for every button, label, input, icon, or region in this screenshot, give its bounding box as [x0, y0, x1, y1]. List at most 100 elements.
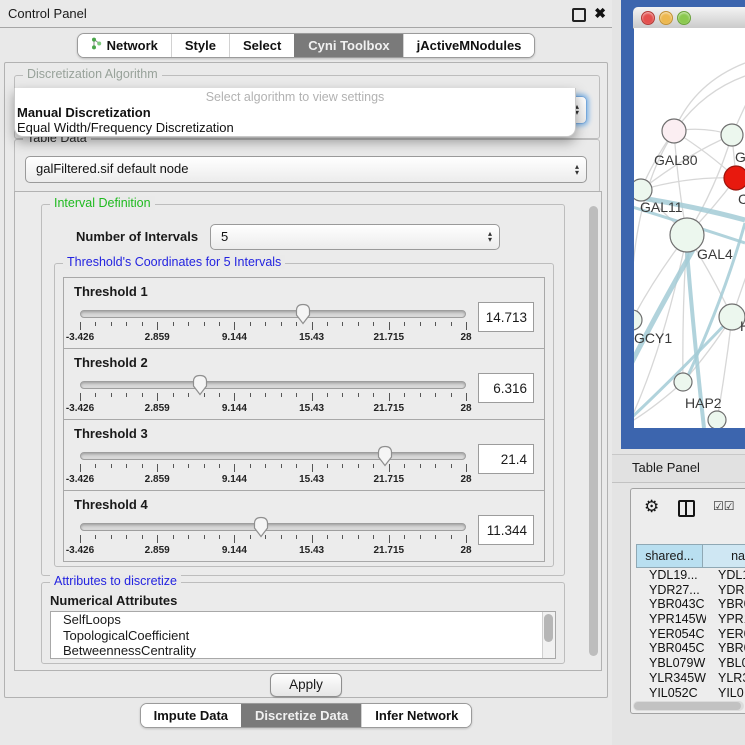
algorithm-option[interactable]: Equal Width/Frequency Discretization: [15, 120, 575, 135]
apply-button[interactable]: Apply: [270, 673, 342, 697]
threshold-slider[interactable]: -3.4262.8599.14415.4321.71528: [80, 304, 466, 346]
checkbox-columns-icon[interactable]: ☑☑: [713, 499, 735, 513]
table-row[interactable]: YLR345WYLR3: [636, 671, 745, 686]
tick-mark: [250, 322, 251, 326]
tick-mark: [219, 464, 220, 468]
cell-name[interactable]: YDL1: [706, 568, 745, 583]
table-row[interactable]: YIL052CYIL0: [636, 686, 745, 701]
close-icon[interactable]: ✖: [594, 4, 606, 23]
network-node[interactable]: [724, 166, 745, 190]
tick-mark: [466, 393, 467, 401]
close-traffic-light-icon[interactable]: [641, 11, 655, 25]
slider-track[interactable]: [80, 310, 466, 318]
cell-name[interactable]: YLR3: [706, 671, 745, 686]
tab-discretize-data[interactable]: Discretize Data: [241, 704, 361, 727]
table-row[interactable]: YDR27...YDR2: [636, 583, 745, 598]
slider-track[interactable]: [80, 452, 466, 460]
cell-shared-name[interactable]: YIL052C: [636, 686, 706, 701]
network-node[interactable]: [708, 411, 726, 428]
gear-icon[interactable]: ⚙: [644, 497, 659, 517]
algorithm-option[interactable]: Manual Discretization: [15, 105, 575, 120]
cell-shared-name[interactable]: YBR043C: [636, 597, 706, 612]
network-node[interactable]: [721, 124, 743, 146]
tick-mark: [373, 393, 374, 397]
settings-vertical-scrollbar[interactable]: [588, 200, 599, 662]
attribute-list-item[interactable]: SelfLoops: [51, 612, 555, 628]
minimize-traffic-light-icon[interactable]: [659, 11, 673, 25]
cell-name[interactable]: YBR0: [706, 641, 745, 656]
tick-mark: [219, 393, 220, 397]
network-node[interactable]: [634, 179, 652, 201]
threshold-value-field[interactable]: 21.4: [478, 444, 534, 474]
cell-name[interactable]: YPR1: [706, 612, 745, 627]
network-edge[interactable]: [634, 235, 687, 423]
table-horizontal-scrollbar[interactable]: [633, 701, 744, 711]
cell-shared-name[interactable]: YBL079W: [636, 656, 706, 671]
network-edge[interactable]: [674, 63, 745, 131]
slider-track[interactable]: [80, 523, 466, 531]
tick-mark: [250, 535, 251, 539]
network-node-label: C: [738, 191, 745, 207]
zoom-traffic-light-icon[interactable]: [677, 11, 691, 25]
node-table: shared... na YDL19...YDL1YDR27...YDR2YBR…: [636, 544, 745, 701]
number-of-intervals-spinner[interactable]: 5 ▴▾: [210, 224, 500, 250]
tick-mark: [312, 393, 313, 401]
cell-shared-name[interactable]: YBR045C: [636, 641, 706, 656]
tick-mark: [126, 464, 127, 468]
tick-mark: [435, 464, 436, 468]
attribute-list-item[interactable]: BetweennessCentrality: [51, 643, 555, 659]
threshold-slider[interactable]: -3.4262.8599.14415.4321.71528: [80, 375, 466, 417]
cell-name[interactable]: YER0: [706, 627, 745, 642]
cell-shared-name[interactable]: YPR145W: [636, 612, 706, 627]
table-row[interactable]: YBR043CYBR0: [636, 597, 745, 612]
cell-name[interactable]: YBL0: [706, 656, 745, 671]
network-window-titlebar: [633, 7, 745, 29]
threshold-slider[interactable]: -3.4262.8599.14415.4321.71528: [80, 517, 466, 559]
column-header-shared-name[interactable]: shared...: [636, 544, 703, 568]
table-data-group: Table Data galFiltered.sif default node …: [14, 139, 600, 193]
network-node[interactable]: [662, 119, 686, 143]
threshold-value-field[interactable]: 14.713: [478, 302, 534, 332]
tab-network[interactable]: Network: [78, 34, 171, 57]
cell-shared-name[interactable]: YDR27...: [636, 583, 706, 598]
slider-track[interactable]: [80, 381, 466, 389]
tab-cyni-toolbox[interactable]: Cyni Toolbox: [294, 34, 402, 57]
cell-name[interactable]: YDR2: [706, 583, 745, 598]
tick-mark: [95, 322, 96, 326]
table-row[interactable]: YBL079WYBL0: [636, 656, 745, 671]
tab-select[interactable]: Select: [229, 34, 294, 57]
network-node[interactable]: [674, 373, 692, 391]
tab-jactivemnodules[interactable]: jActiveMNodules: [403, 34, 535, 57]
attributes-scrollbar[interactable]: [542, 612, 555, 658]
tab-label: jActiveMNodules: [417, 34, 522, 57]
cell-name[interactable]: YIL0: [706, 686, 745, 701]
top-tabbar: NetworkStyleSelectCyni Toolbox jActiveMNo…: [0, 33, 612, 58]
threshold-value-field[interactable]: 11.344: [478, 515, 534, 545]
cell-shared-name[interactable]: YER054C: [636, 627, 706, 642]
table-row[interactable]: YPR145WYPR1: [636, 612, 745, 627]
table-row[interactable]: YDL19...YDL1: [636, 568, 745, 583]
threshold-slider[interactable]: -3.4262.8599.14415.4321.71528: [80, 446, 466, 488]
network-node-label: HAP2: [685, 395, 722, 411]
table-row[interactable]: YER054CYER0: [636, 627, 745, 642]
tick-mark: [250, 464, 251, 468]
table-data-combobox[interactable]: galFiltered.sif default node ▴▾: [25, 156, 587, 183]
cell-shared-name[interactable]: YDL19...: [636, 568, 706, 583]
column-header-name[interactable]: na: [703, 544, 745, 568]
cell-name[interactable]: YBR0: [706, 597, 745, 612]
tick-label: 9.144: [222, 474, 247, 485]
attribute-list-item[interactable]: TopologicalCoefficient: [51, 628, 555, 644]
cell-shared-name[interactable]: YLR345W: [636, 671, 706, 686]
network-node[interactable]: [634, 310, 642, 330]
tick-mark: [451, 393, 452, 397]
tab-impute-data[interactable]: Impute Data: [141, 704, 241, 727]
tab-style[interactable]: Style: [171, 34, 229, 57]
split-pane-icon[interactable]: [678, 500, 695, 517]
tab-infer-network[interactable]: Infer Network: [361, 704, 471, 727]
float-window-icon[interactable]: [572, 8, 586, 22]
network-canvas[interactable]: GAL80GACGAL11GAL4GCY1HHAP2: [634, 28, 745, 428]
table-row[interactable]: YBR045CYBR0: [636, 641, 745, 656]
attributes-group: Attributes to discretize Numerical Attri…: [41, 582, 565, 664]
table-panel-title: Table Panel: [632, 455, 700, 481]
threshold-value-field[interactable]: 6.316: [478, 373, 534, 403]
